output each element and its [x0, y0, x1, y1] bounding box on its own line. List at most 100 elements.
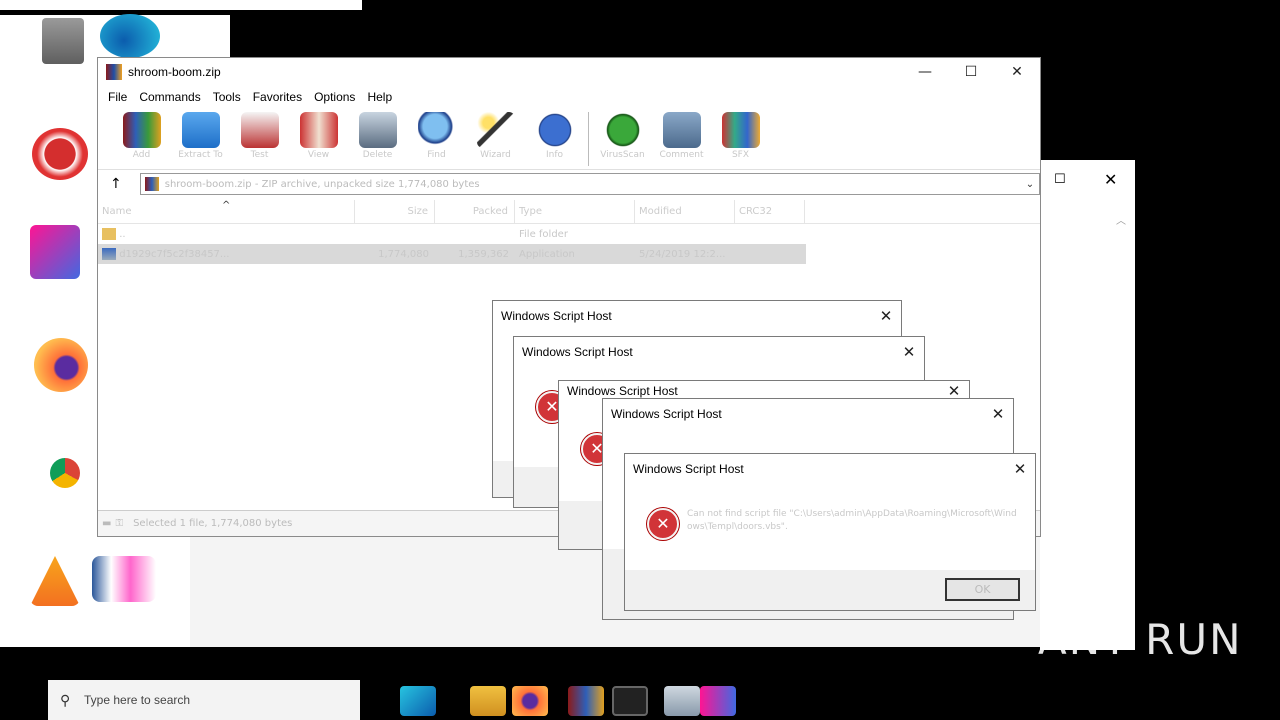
column-type[interactable]: Type [515, 200, 635, 223]
ccleaner-icon[interactable] [32, 128, 88, 180]
toolbar-test-button[interactable]: Test [230, 112, 289, 160]
chevron-down-icon[interactable]: ⌄ [1021, 179, 1039, 190]
column-packed[interactable]: Packed [435, 200, 515, 223]
file-name: d1929c7f5c2f38457... [119, 249, 230, 260]
menu-commands[interactable]: Commands [133, 90, 206, 104]
taskbar-wsh-icon[interactable] [612, 686, 648, 716]
taskbar-explorer-icon[interactable] [470, 686, 506, 716]
toolbar-sfx-button[interactable]: SFX [711, 112, 770, 160]
toolbar-label: SFX [731, 150, 750, 160]
add-archive-icon [122, 112, 161, 148]
window-title: shroom-boom.zip [128, 65, 221, 79]
error-message: Can not find script file "C:\Users\admin… [687, 509, 1017, 532]
column-crc[interactable]: CRC32 [735, 200, 805, 223]
menu-tools[interactable]: Tools [207, 90, 247, 104]
path-text: shroom-boom.zip - ZIP archive, unpacked … [164, 178, 480, 190]
up-arrow-icon[interactable]: ↑ [110, 176, 122, 192]
toolbar-wizard-button[interactable]: Wizard [466, 112, 525, 160]
minimize-button[interactable]: — [902, 58, 948, 86]
application-icon [102, 248, 116, 260]
dialog-title: Windows Script Host [611, 407, 722, 421]
file-name: .. [119, 229, 126, 240]
folder-icon [181, 112, 220, 148]
dialog-title: Windows Script Host [501, 309, 612, 323]
close-icon[interactable]: ✕ [894, 343, 924, 361]
recycle-bin-icon[interactable] [42, 18, 84, 64]
toolbar-extract-button[interactable]: Extract To [171, 112, 230, 160]
maximize-button[interactable]: ☐ [948, 58, 994, 86]
firefox-icon[interactable] [34, 338, 88, 392]
toolbar-view-button[interactable]: View [289, 112, 348, 160]
wsh-dialog-error: Windows Script Host ✕ ✕ Can not find scri… [624, 453, 1036, 611]
taskbar-search-box[interactable]: ⚲ Type here to search [48, 680, 360, 720]
taskbar-app-icon[interactable] [700, 686, 736, 716]
menu-file[interactable]: File [102, 90, 133, 104]
close-icon[interactable]: ✕ [1104, 170, 1117, 189]
column-modified[interactable]: Modified [635, 200, 735, 223]
toolbar-label: View [307, 150, 330, 160]
scroll-up-icon[interactable]: ︿ [1116, 212, 1126, 227]
error-icon: ✕ [647, 508, 679, 540]
desktop-column [0, 15, 100, 647]
toolbar-info-button[interactable]: Info [525, 112, 584, 160]
toolbar-delete-button[interactable]: Delete [348, 112, 407, 160]
wand-icon [476, 112, 515, 148]
column-size[interactable]: Size [355, 200, 435, 223]
status-text: Selected 1 file, 1,774,080 bytes [133, 518, 293, 529]
menu-help[interactable]: Help [361, 90, 398, 104]
list-item[interactable]: .. File folder [98, 224, 1040, 244]
menu-bar: File Commands Tools Favorites Options He… [98, 86, 1040, 108]
column-headers: Name ^ Size Packed Type Modified CRC32 [98, 200, 1040, 224]
folder-up-icon [102, 228, 116, 240]
archive-icon [144, 177, 159, 191]
toolbar-label: Test [250, 150, 269, 160]
file-size: 1,774,080 [378, 248, 429, 260]
toolbar-comment-button[interactable]: Comment [652, 112, 711, 160]
list-item[interactable]: d1929c7f5c2f38457... 1,774,080 1,359,362… [98, 244, 806, 264]
toolbar-label: Comment [659, 150, 704, 160]
close-button[interactable]: ✕ [994, 58, 1040, 86]
ok-button[interactable]: OK [945, 578, 1020, 601]
menu-favorites[interactable]: Favorites [247, 90, 308, 104]
toolbar-find-button[interactable]: Find [407, 112, 466, 160]
sort-caret-icon: ^ [222, 200, 231, 211]
toolbar-virusscan-button[interactable]: VirusScan [593, 112, 652, 160]
taskbar: ⚲ Type here to search [0, 680, 1280, 720]
winrar-app-icon [106, 64, 122, 80]
taskbar-window-icon[interactable] [664, 686, 700, 716]
close-icon[interactable]: ✕ [871, 307, 901, 325]
key-icon: ⚿ [115, 518, 124, 529]
trash-icon [358, 112, 397, 148]
comment-icon [662, 112, 701, 148]
file-modified: 5/24/2019 12:2... [639, 248, 726, 260]
toolbar-separator [588, 112, 589, 166]
taskbar-edge-icon[interactable] [400, 686, 436, 716]
taskbar-winrar-icon[interactable] [568, 686, 604, 716]
search-icon: ⚲ [60, 691, 71, 708]
close-icon[interactable]: ✕ [983, 405, 1013, 423]
word-doc-icon[interactable] [92, 556, 156, 602]
toolbar-label: VirusScan [600, 150, 645, 160]
acrobat-icon[interactable] [30, 225, 80, 279]
toolbar-add-button[interactable]: Add [112, 112, 171, 160]
column-name[interactable]: Name ^ [98, 200, 355, 223]
file-type: Application [519, 248, 575, 260]
maximize-icon[interactable]: ☐ [1054, 172, 1066, 187]
magnifier-icon [417, 112, 456, 148]
edge-icon[interactable] [100, 14, 160, 58]
close-icon[interactable]: ✕ [1005, 460, 1035, 478]
path-field[interactable]: shroom-boom.zip - ZIP archive, unpacked … [139, 173, 1040, 195]
virusscan-icon [603, 112, 642, 148]
menu-options[interactable]: Options [308, 90, 361, 104]
dialog-title: Windows Script Host [567, 384, 678, 398]
taskbar-firefox-icon[interactable] [512, 686, 548, 716]
file-type: File folder [519, 228, 568, 240]
winrar-titlebar: shroom-boom.zip — ☐ ✕ [98, 58, 1040, 86]
drive-icon: ▬ [102, 518, 112, 529]
file-packed: 1,359,362 [458, 248, 509, 260]
toolbar-label: Info [545, 150, 564, 160]
book-icon [299, 112, 338, 148]
chrome-icon[interactable] [40, 448, 90, 498]
info-icon [535, 112, 574, 148]
sfx-box-icon [721, 112, 760, 148]
